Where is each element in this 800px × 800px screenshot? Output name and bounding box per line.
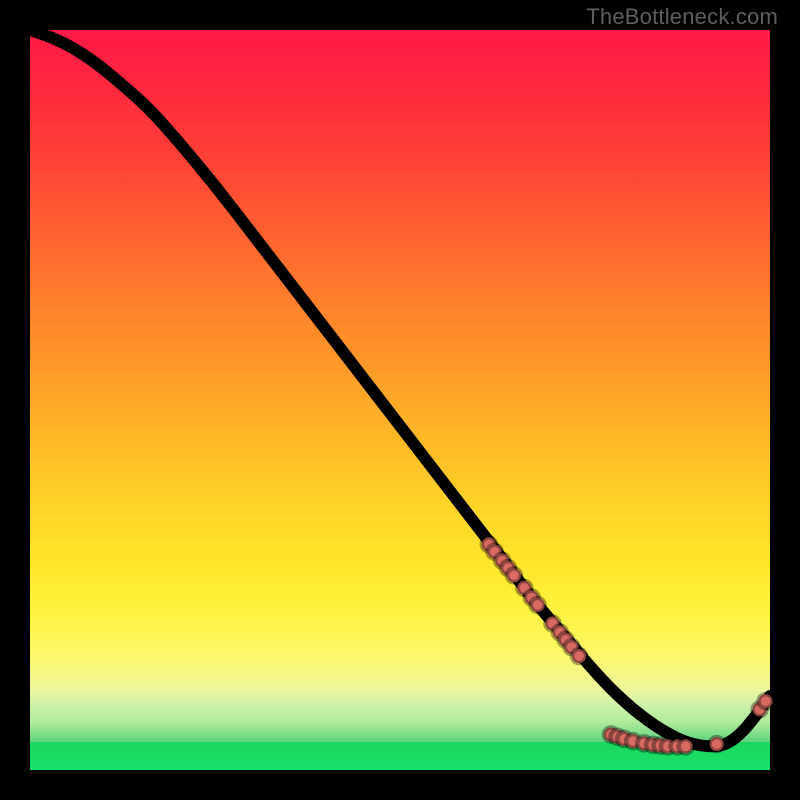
data-marker bbox=[679, 739, 693, 753]
data-marker bbox=[531, 598, 545, 612]
data-marker bbox=[759, 694, 773, 708]
data-marker bbox=[710, 737, 724, 751]
chart-frame: TheBottleneck.com bbox=[0, 0, 800, 800]
data-marker bbox=[572, 649, 586, 663]
watermark-text: TheBottleneck.com bbox=[586, 4, 778, 30]
data-marker bbox=[507, 568, 521, 582]
chart-svg bbox=[30, 30, 770, 770]
bottleneck-curve bbox=[30, 30, 770, 746]
marker-group bbox=[482, 537, 773, 753]
plot-area bbox=[30, 30, 770, 770]
